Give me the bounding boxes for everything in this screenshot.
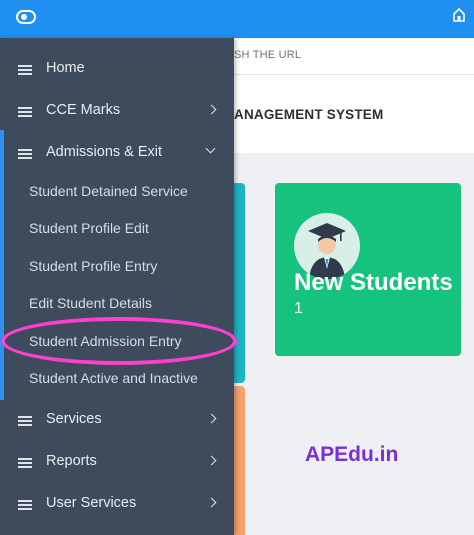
submenu-student-detained-service[interactable]: Student Detained Service: [0, 176, 234, 208]
home-icon[interactable]: [452, 7, 466, 23]
sidebar-item-label: User Services: [46, 495, 137, 511]
menu-icon: [18, 107, 32, 117]
menu-icon: [18, 416, 32, 426]
submenu-student-active-inactive[interactable]: Student Active and Inactive: [0, 363, 234, 395]
chevron-down-icon: [205, 143, 216, 154]
chevron-right-icon: [206, 413, 217, 424]
card-title: New Students: [294, 269, 453, 296]
submenu-student-profile-entry[interactable]: Student Profile Entry: [0, 251, 234, 283]
submenu-student-profile-edit[interactable]: Student Profile Edit: [0, 213, 234, 245]
chevron-right-icon: [206, 455, 217, 466]
submenu-item-label: Student Detained Service: [29, 183, 188, 199]
sidebar-item-label: Services: [46, 411, 102, 427]
new-students-card[interactable]: New Students 1: [275, 183, 461, 356]
toggle-icon[interactable]: [16, 10, 36, 24]
sidebar-item-home[interactable]: Home: [0, 50, 234, 88]
menu-icon: [18, 500, 32, 510]
sidebar-item-label: CCE Marks: [46, 102, 121, 118]
sidebar-item-label: Admissions & Exit: [46, 144, 163, 160]
dashboard-tile-orange[interactable]: [234, 386, 245, 535]
sidebar-item-services[interactable]: Services: [0, 401, 234, 439]
submenu-item-label: Student Profile Entry: [29, 258, 158, 274]
top-app-bar: [0, 0, 474, 38]
watermark-text: APEdu.in: [305, 443, 399, 466]
refresh-url-notice: SH THE URL: [234, 38, 474, 75]
chevron-right-icon: [206, 497, 217, 508]
submenu-item-label: Student Admission Entry: [29, 333, 182, 349]
sidebar-item-admissions-exit[interactable]: Admissions & Exit: [0, 134, 234, 172]
chevron-right-icon: [206, 104, 217, 115]
sidebar-item-reports[interactable]: Reports: [0, 443, 234, 481]
submenu-item-label: Edit Student Details: [29, 295, 152, 311]
menu-icon: [18, 458, 32, 468]
submenu-item-label: Student Active and Inactive: [29, 370, 198, 386]
sidebar-item-label: Reports: [46, 453, 97, 469]
page-title: ANAGEMENT SYSTEM: [234, 107, 384, 122]
submenu-edit-student-details[interactable]: Edit Student Details: [0, 288, 234, 320]
refresh-url-text: SH THE URL: [234, 49, 302, 61]
sidebar-item-label: Home: [46, 60, 85, 76]
menu-icon: [18, 65, 32, 75]
sidebar: Home CCE Marks Admissions & Exit Student…: [0, 38, 234, 535]
menu-icon: [18, 149, 32, 159]
card-count: 1: [294, 300, 303, 317]
page-header: ANAGEMENT SYSTEM: [234, 75, 474, 153]
sidebar-item-user-services[interactable]: User Services: [0, 485, 234, 523]
submenu-item-label: Student Profile Edit: [29, 220, 149, 236]
submenu-student-admission-entry[interactable]: Student Admission Entry: [0, 326, 234, 358]
sidebar-item-cce-marks[interactable]: CCE Marks: [0, 92, 234, 130]
dashboard-tile-teal[interactable]: [234, 183, 245, 383]
